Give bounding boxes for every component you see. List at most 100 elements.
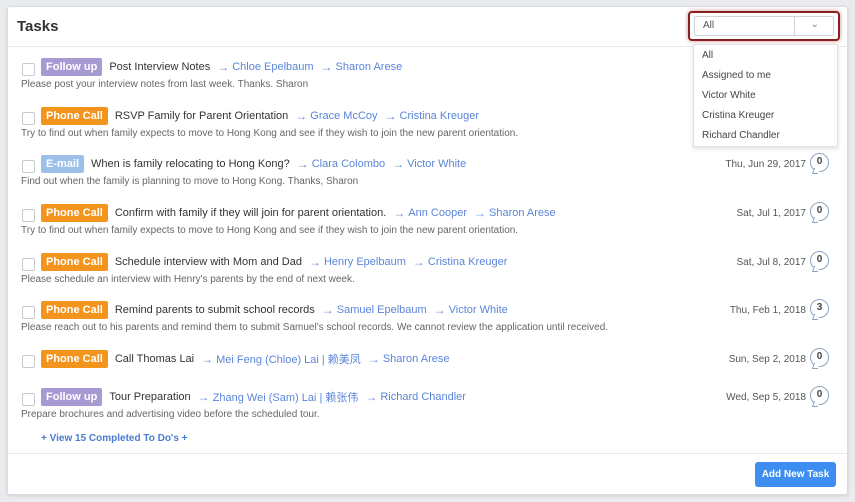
- filter-option-all[interactable]: All: [702, 50, 713, 61]
- task-header-line: E-mail When is family relocating to Hong …: [41, 154, 466, 174]
- arrow-right-icon: →: [321, 303, 334, 317]
- task-header-line: Phone Call Call Thomas Lai → Mei Feng (Chlo…: [41, 349, 449, 369]
- task-assignee-link[interactable]: Cristina Kreuger: [400, 110, 479, 122]
- comment-count-icon[interactable]: 0: [810, 153, 829, 172]
- comment-count-icon[interactable]: 3: [810, 299, 829, 318]
- task-type-badge-phone-call: Phone Call: [41, 301, 108, 319]
- assignee-filter-highlight: All ⌄: [688, 11, 840, 41]
- task-header-line: Phone Call Remind parents to submit schoo…: [41, 300, 508, 320]
- task-contact-link[interactable]: Henry Epelbaum: [324, 256, 406, 268]
- arrow-right-icon: →: [367, 352, 380, 366]
- arrow-right-icon: →: [201, 352, 214, 366]
- task-contact-link[interactable]: Ann Cooper: [408, 207, 467, 219]
- comment-count-icon[interactable]: 0: [810, 386, 829, 405]
- task-type-badge-phone-call: Phone Call: [41, 253, 108, 271]
- arrow-right-icon: →: [295, 109, 308, 123]
- task-due-date: Thu, Jun 29, 2017: [725, 159, 806, 170]
- filter-option-richard-chandler[interactable]: Richard Chandler: [702, 130, 780, 141]
- task-title[interactable]: Post Interview Notes: [109, 61, 210, 73]
- task-type-badge-phone-call: Phone Call: [41, 107, 108, 125]
- task-header-line: Phone Call Confirm with family if they wi…: [41, 203, 556, 223]
- task-contact-link[interactable]: Clara Colombo: [312, 158, 385, 170]
- task-assignee-link[interactable]: Richard Chandler: [380, 391, 466, 403]
- arrow-right-icon: →: [474, 206, 487, 220]
- task-description: Please schedule an interview with Henry'…: [21, 274, 355, 285]
- task-type-badge-e-mail: E-mail: [41, 155, 85, 173]
- arrow-right-icon: →: [365, 390, 378, 404]
- task-due-date: Thu, Feb 1, 2018: [729, 305, 806, 316]
- arrow-right-icon: →: [433, 303, 446, 317]
- task-contact-link[interactable]: Mei Feng (Chloe) Lai | 赖美凤: [216, 351, 361, 367]
- task-description: Prepare brochures and advertising video …: [21, 409, 320, 420]
- task-row[interactable]: Phone Call Confirm with family if they wi…: [8, 201, 847, 241]
- task-contact-link[interactable]: Zhang Wei (Sam) Lai | 赖张伟: [213, 389, 359, 405]
- task-checkbox[interactable]: [22, 63, 35, 76]
- task-title[interactable]: Confirm with family if they will join fo…: [115, 207, 386, 219]
- task-contact-link[interactable]: Samuel Epelbaum: [337, 304, 427, 316]
- task-description: Try to find out when family expects to m…: [21, 225, 519, 236]
- assignee-filter-select[interactable]: All ⌄: [694, 16, 834, 36]
- task-row[interactable]: Phone Call Call Thomas Lai → Mei Feng (Chlo…: [8, 347, 847, 387]
- task-description: Find out when the family is planning to …: [21, 176, 359, 187]
- task-title[interactable]: Remind parents to submit school records: [115, 304, 315, 316]
- filter-dropdown-menu: All Assigned to me Victor White Cristina…: [693, 44, 838, 147]
- view-completed-link[interactable]: + View 15 Completed To Do's +: [41, 433, 188, 444]
- task-contact-link[interactable]: Grace McCoy: [310, 110, 377, 122]
- add-new-task-button[interactable]: Add New Task: [755, 462, 836, 487]
- task-assignee-link[interactable]: Sharon Arese: [336, 61, 403, 73]
- task-checkbox[interactable]: [22, 209, 35, 222]
- task-assignee-link[interactable]: Victor White: [407, 158, 466, 170]
- task-assignee-link[interactable]: Cristina Kreuger: [428, 256, 507, 268]
- task-header-line: Phone Call RSVP Family for Parent Orienta…: [41, 106, 479, 126]
- task-type-badge-follow-up: Follow up: [41, 388, 103, 406]
- arrow-right-icon: →: [412, 255, 425, 269]
- task-description: Try to find out when family expects to m…: [21, 128, 519, 139]
- footer-divider: [8, 453, 847, 454]
- comment-count-icon[interactable]: 0: [810, 251, 829, 270]
- task-description: Please reach out to his parents and remi…: [21, 322, 609, 333]
- task-row[interactable]: Follow up Tour Preparation → Zhang Wei (Sam…: [8, 385, 847, 425]
- arrow-right-icon: →: [384, 109, 397, 123]
- arrow-right-icon: →: [296, 157, 309, 171]
- task-header-line: Follow up Post Interview Notes → Chloe Epel…: [41, 57, 402, 77]
- task-type-badge-phone-call: Phone Call: [41, 204, 108, 222]
- chevron-down-icon[interactable]: ⌄: [811, 19, 819, 30]
- task-due-date: Sun, Sep 2, 2018: [728, 354, 806, 365]
- task-checkbox[interactable]: [22, 160, 35, 173]
- task-assignee-link[interactable]: Victor White: [449, 304, 508, 316]
- arrow-right-icon: →: [197, 390, 210, 404]
- filter-option-assigned-to-me[interactable]: Assigned to me: [702, 70, 771, 81]
- task-assignee-link[interactable]: Sharon Arese: [383, 353, 450, 365]
- task-row[interactable]: E-mail When is family relocating to Hong …: [8, 152, 847, 192]
- task-description: Please post your interview notes from la…: [21, 79, 309, 90]
- task-checkbox[interactable]: [22, 258, 35, 271]
- task-title[interactable]: Call Thomas Lai: [115, 353, 194, 365]
- task-title[interactable]: RSVP Family for Parent Orientation: [115, 110, 288, 122]
- comment-count-icon[interactable]: 0: [810, 202, 829, 221]
- filter-option-victor-white[interactable]: Victor White: [702, 90, 756, 101]
- task-checkbox[interactable]: [22, 393, 35, 406]
- task-checkbox[interactable]: [22, 306, 35, 319]
- task-checkbox[interactable]: [22, 112, 35, 125]
- task-header-line: Follow up Tour Preparation → Zhang Wei (Sam…: [41, 387, 466, 407]
- task-title[interactable]: Schedule interview with Mom and Dad: [115, 256, 302, 268]
- filter-option-cristina-kreuger[interactable]: Cristina Kreuger: [702, 110, 774, 121]
- task-contact-link[interactable]: Chloe Epelbaum: [232, 61, 313, 73]
- task-assignee-link[interactable]: Sharon Arese: [489, 207, 556, 219]
- arrow-right-icon: →: [393, 206, 406, 220]
- comment-count-icon[interactable]: 0: [810, 348, 829, 367]
- task-type-badge-follow-up: Follow up: [41, 58, 103, 76]
- filter-selected-value: All: [703, 20, 715, 31]
- task-checkbox[interactable]: [22, 355, 35, 368]
- arrow-right-icon: →: [392, 157, 405, 171]
- arrow-right-icon: →: [217, 60, 230, 74]
- task-row[interactable]: Phone Call Remind parents to submit schoo…: [8, 298, 847, 338]
- task-title[interactable]: When is family relocating to Hong Kong?: [91, 158, 290, 170]
- task-due-date: Sat, Jul 1, 2017: [736, 208, 807, 219]
- task-header-line: Phone Call Schedule interview with Mom an…: [41, 252, 507, 272]
- filter-divider: [794, 17, 795, 35]
- arrow-right-icon: →: [320, 60, 333, 74]
- task-type-badge-phone-call: Phone Call: [41, 350, 108, 368]
- task-row[interactable]: Phone Call Schedule interview with Mom an…: [8, 250, 847, 290]
- task-title[interactable]: Tour Preparation: [109, 391, 190, 403]
